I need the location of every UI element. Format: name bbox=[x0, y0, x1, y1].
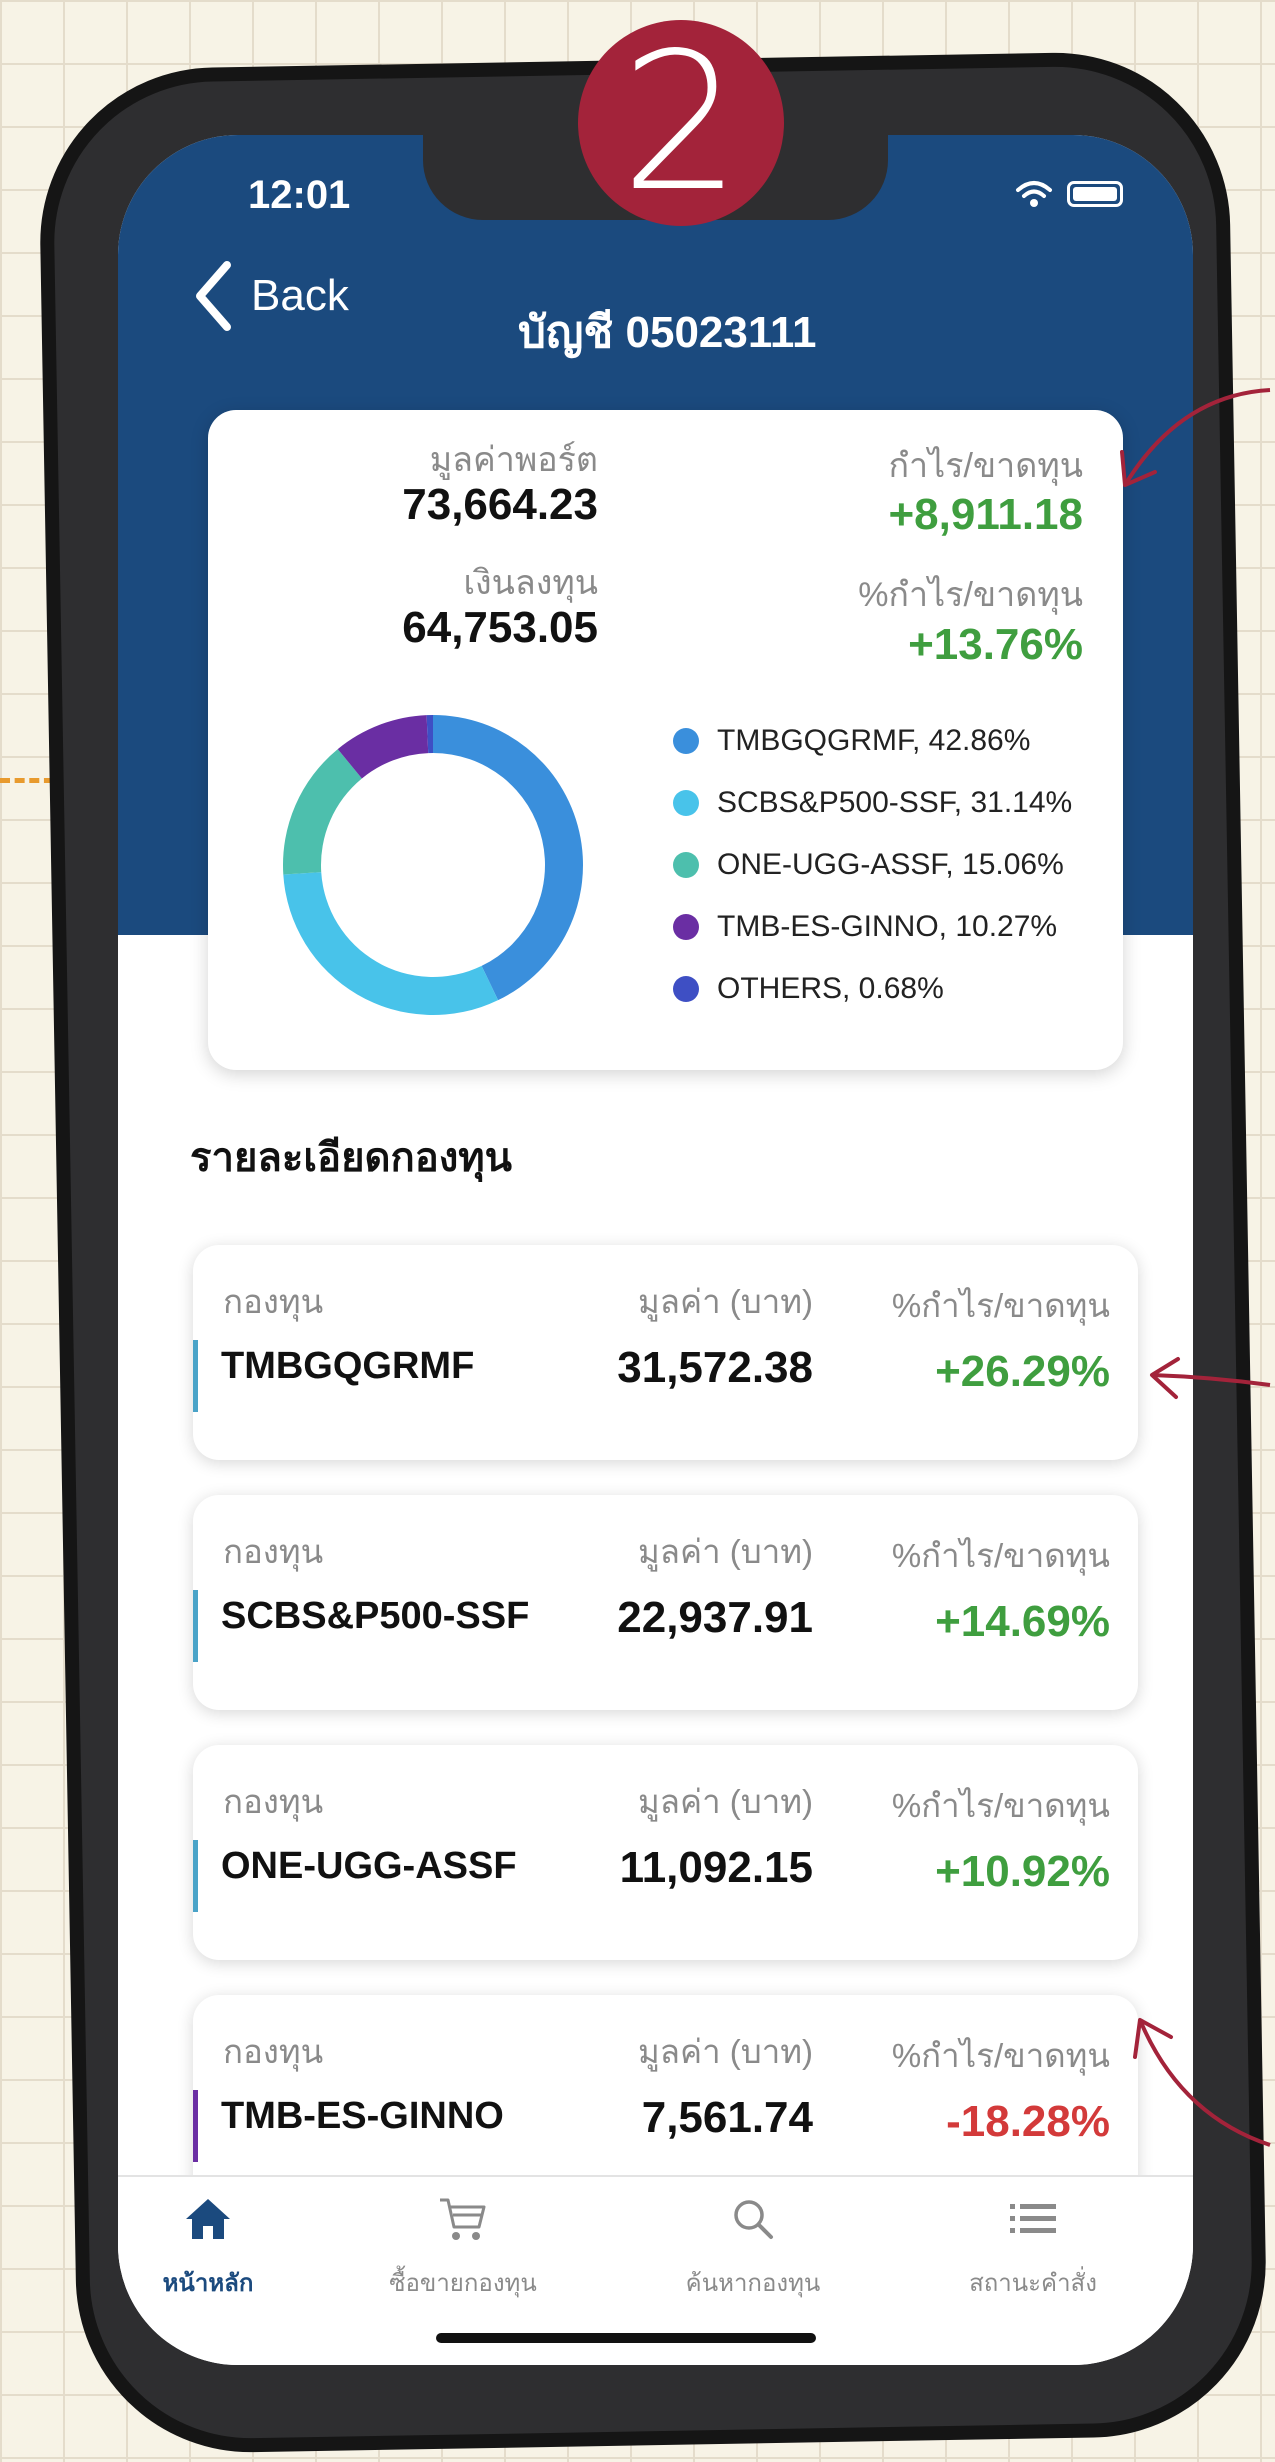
status-time: 12:01 bbox=[248, 173, 351, 217]
allocation-donut-chart bbox=[283, 715, 583, 1015]
fund-value-label: มูลค่า (บาท) bbox=[638, 1783, 813, 1820]
fund-value: 11,092.15 bbox=[619, 1843, 813, 1892]
donut-slice bbox=[283, 872, 499, 1015]
tab-trade[interactable]: ซื้อขายกองทุน bbox=[358, 2195, 568, 2302]
page-title: บัญชี 05023111 bbox=[518, 308, 817, 357]
tab-search-label: ค้นหากองทุน bbox=[685, 2270, 821, 2297]
chevron-left-icon bbox=[196, 261, 231, 331]
fund-name: ONE-UGG-ASSF bbox=[221, 1845, 517, 1887]
fund-name: SCBS&P500-SSF bbox=[221, 1595, 530, 1637]
profit-loss-value: +8,911.18 bbox=[888, 490, 1083, 539]
allocation-legend: TMBGQGRMF, 42.86% SCBS&P500-SSF, 31.14% ON… bbox=[673, 710, 1072, 1020]
investment-label: เงินลงทุน bbox=[463, 564, 598, 602]
fund-label: กองทุน bbox=[223, 1533, 324, 1570]
fund-value: 7,561.74 bbox=[641, 2093, 813, 2142]
legend-label: OTHERS, 0.68% bbox=[717, 972, 944, 1005]
list-icon bbox=[1010, 2204, 1056, 2233]
fund-value: 31,572.38 bbox=[617, 1343, 813, 1392]
profit-loss-pct-label: %กำไร/ขาดทุน bbox=[858, 576, 1083, 614]
legend-label: TMBGQGRMF, 42.86% bbox=[717, 724, 1031, 757]
home-indicator bbox=[436, 2333, 816, 2343]
fund-accent-bar bbox=[193, 1590, 198, 1662]
legend-item: ONE-UGG-ASSF, 15.06% bbox=[673, 834, 1072, 896]
fund-pct-label: %กำไร/ขาดทุน bbox=[891, 2037, 1110, 2074]
fund-card[interactable]: กองทุน ONE-UGG-ASSF มูลค่า (บาท) 11,092.15%… bbox=[193, 1745, 1138, 1960]
fund-accent-bar bbox=[193, 1840, 198, 1912]
fund-pct: +14.69% bbox=[935, 1597, 1110, 1646]
portfolio-value: 73,664.23 bbox=[402, 480, 598, 529]
battery-icon bbox=[1067, 181, 1123, 207]
tab-trade-label: ซื้อขายกองทุน bbox=[389, 2270, 537, 2297]
fund-value-label: มูลค่า (บาท) bbox=[638, 1283, 813, 1320]
legend-color-dot bbox=[673, 914, 699, 940]
fund-name: TMBGQGRMF bbox=[221, 1345, 475, 1387]
home-icon bbox=[186, 2199, 230, 2239]
legend-color-dot bbox=[673, 852, 699, 878]
fund-pct: +26.29% bbox=[935, 1347, 1110, 1396]
back-label: Back bbox=[251, 271, 349, 320]
fund-value: 22,937.91 bbox=[617, 1593, 813, 1642]
investment-value: 64,753.05 bbox=[402, 603, 598, 652]
fund-value-label: มูลค่า (บาท) bbox=[638, 1533, 813, 1570]
tab-order-status[interactable]: สถานะคำสั่ง bbox=[928, 2195, 1138, 2302]
annotation-arrow-top bbox=[1120, 388, 1271, 487]
legend-item: TMBGQGRMF, 42.86% bbox=[673, 710, 1072, 772]
fund-value-label: มูลค่า (บาท) bbox=[638, 2033, 813, 2070]
annotation-arrow-bottom bbox=[1133, 2018, 1271, 2147]
donut-slice bbox=[433, 715, 583, 1001]
fund-card[interactable]: กองทุน SCBS&P500-SSF มูลค่า (บาท) 22,937.91… bbox=[193, 1495, 1138, 1710]
fund-card[interactable]: กองทุน TMBGQGRMF มูลค่า (บาท) 31,572.38 %กำไ… bbox=[193, 1245, 1138, 1460]
search-icon bbox=[734, 2200, 773, 2239]
fund-accent-bar bbox=[193, 1340, 198, 1412]
status-icons bbox=[1015, 179, 1123, 209]
legend-color-dot bbox=[673, 790, 699, 816]
fund-pct-label: %กำไร/ขาดทุน bbox=[891, 1287, 1110, 1324]
legend-item: TMB-ES-GINNO, 10.27% bbox=[673, 896, 1072, 958]
legend-label: TMB-ES-GINNO, 10.27% bbox=[717, 910, 1058, 943]
scene: 12:01 Back บัญชี 05023111 มูลค่าพอร์ต 73… bbox=[0, 0, 1275, 2462]
fund-label: กองทุน bbox=[223, 2033, 324, 2070]
fund-pct: +10.92% bbox=[935, 1847, 1110, 1896]
wifi-icon bbox=[1016, 181, 1052, 207]
cart-icon bbox=[440, 2198, 486, 2240]
tab-home[interactable]: หน้าหลัก bbox=[118, 2195, 313, 2302]
fund-name: TMB-ES-GINNO bbox=[221, 2095, 504, 2137]
fund-pct-label: %กำไร/ขาดทุน bbox=[891, 1787, 1110, 1824]
phone-screen: 12:01 Back บัญชี 05023111 มูลค่าพอร์ต 73… bbox=[118, 135, 1193, 2365]
fund-label: กองทุน bbox=[223, 1783, 324, 1820]
section-title: รายละเอียดกองทุน bbox=[190, 1136, 512, 1180]
legend-label: ONE-UGG-ASSF, 15.06% bbox=[717, 848, 1064, 881]
profit-loss-pct-value: +13.76% bbox=[908, 620, 1083, 669]
fund-pct: -18.28% bbox=[946, 2097, 1110, 2146]
legend-color-dot bbox=[673, 976, 699, 1002]
annotation-arrow-middle bbox=[1150, 1357, 1271, 1399]
fund-pct-label: %กำไร/ขาดทุน bbox=[891, 1537, 1110, 1574]
portfolio-summary-card: มูลค่าพอร์ต 73,664.23 กำไร/ขาดทุน +8,911… bbox=[208, 410, 1123, 1070]
back-button[interactable]: Back bbox=[193, 260, 349, 332]
portfolio-value-label: มูลค่าพอร์ต bbox=[429, 441, 598, 479]
tab-home-label: หน้าหลัก bbox=[162, 2270, 254, 2297]
fund-accent-bar bbox=[193, 2090, 198, 2162]
step-badge: 2 bbox=[578, 20, 784, 226]
legend-item: SCBS&P500-SSF, 31.14% bbox=[673, 772, 1072, 834]
profit-loss-label: กำไร/ขาดทุน bbox=[888, 447, 1083, 485]
donut-slice bbox=[283, 749, 362, 875]
tab-order-status-label: สถานะคำสั่ง bbox=[969, 2270, 1097, 2297]
legend-label: SCBS&P500-SSF, 31.14% bbox=[717, 786, 1073, 819]
legend-color-dot bbox=[673, 728, 699, 754]
legend-item: OTHERS, 0.68% bbox=[673, 958, 1072, 1020]
tab-search[interactable]: ค้นหากองทุน bbox=[648, 2195, 858, 2302]
fund-label: กองทุน bbox=[223, 1283, 324, 1320]
